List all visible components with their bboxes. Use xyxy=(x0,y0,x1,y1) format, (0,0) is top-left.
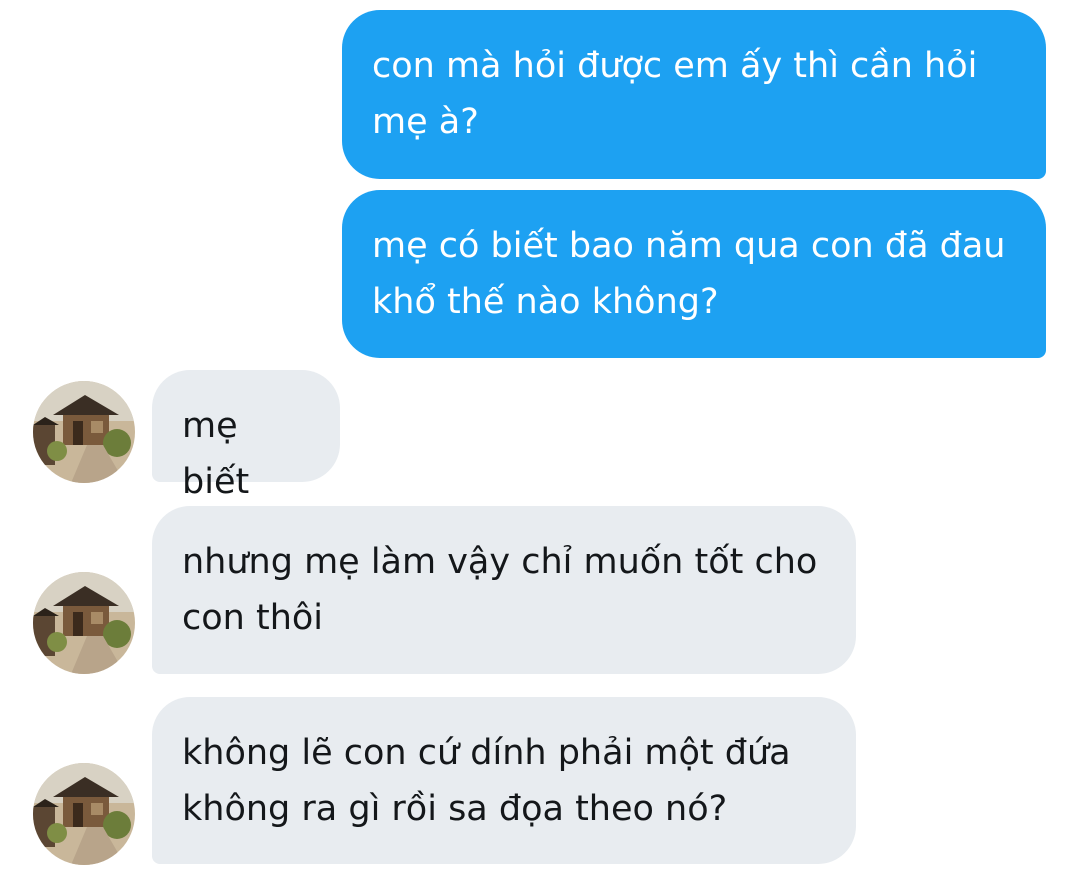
contact-avatar[interactable] xyxy=(33,763,135,865)
received-message-bubble[interactable]: không lẽ con cứ dính phải một đứa không … xyxy=(152,697,856,864)
contact-avatar[interactable] xyxy=(33,572,135,674)
sent-message-bubble[interactable]: mẹ có biết bao năm qua con đã đau khổ th… xyxy=(342,190,1046,358)
received-message-bubble[interactable]: mẹ biết xyxy=(152,370,340,502)
received-message-bubble[interactable]: nhưng mẹ làm vậy chỉ muốn tốt cho con th… xyxy=(152,506,856,674)
village-photo-icon xyxy=(33,572,135,674)
sent-message-bubble[interactable]: con mà hỏi được em ấy thì cần hỏi mẹ à? xyxy=(342,10,1046,179)
contact-avatar[interactable] xyxy=(33,381,135,483)
village-photo-icon xyxy=(33,763,135,865)
village-photo-icon xyxy=(33,381,135,483)
